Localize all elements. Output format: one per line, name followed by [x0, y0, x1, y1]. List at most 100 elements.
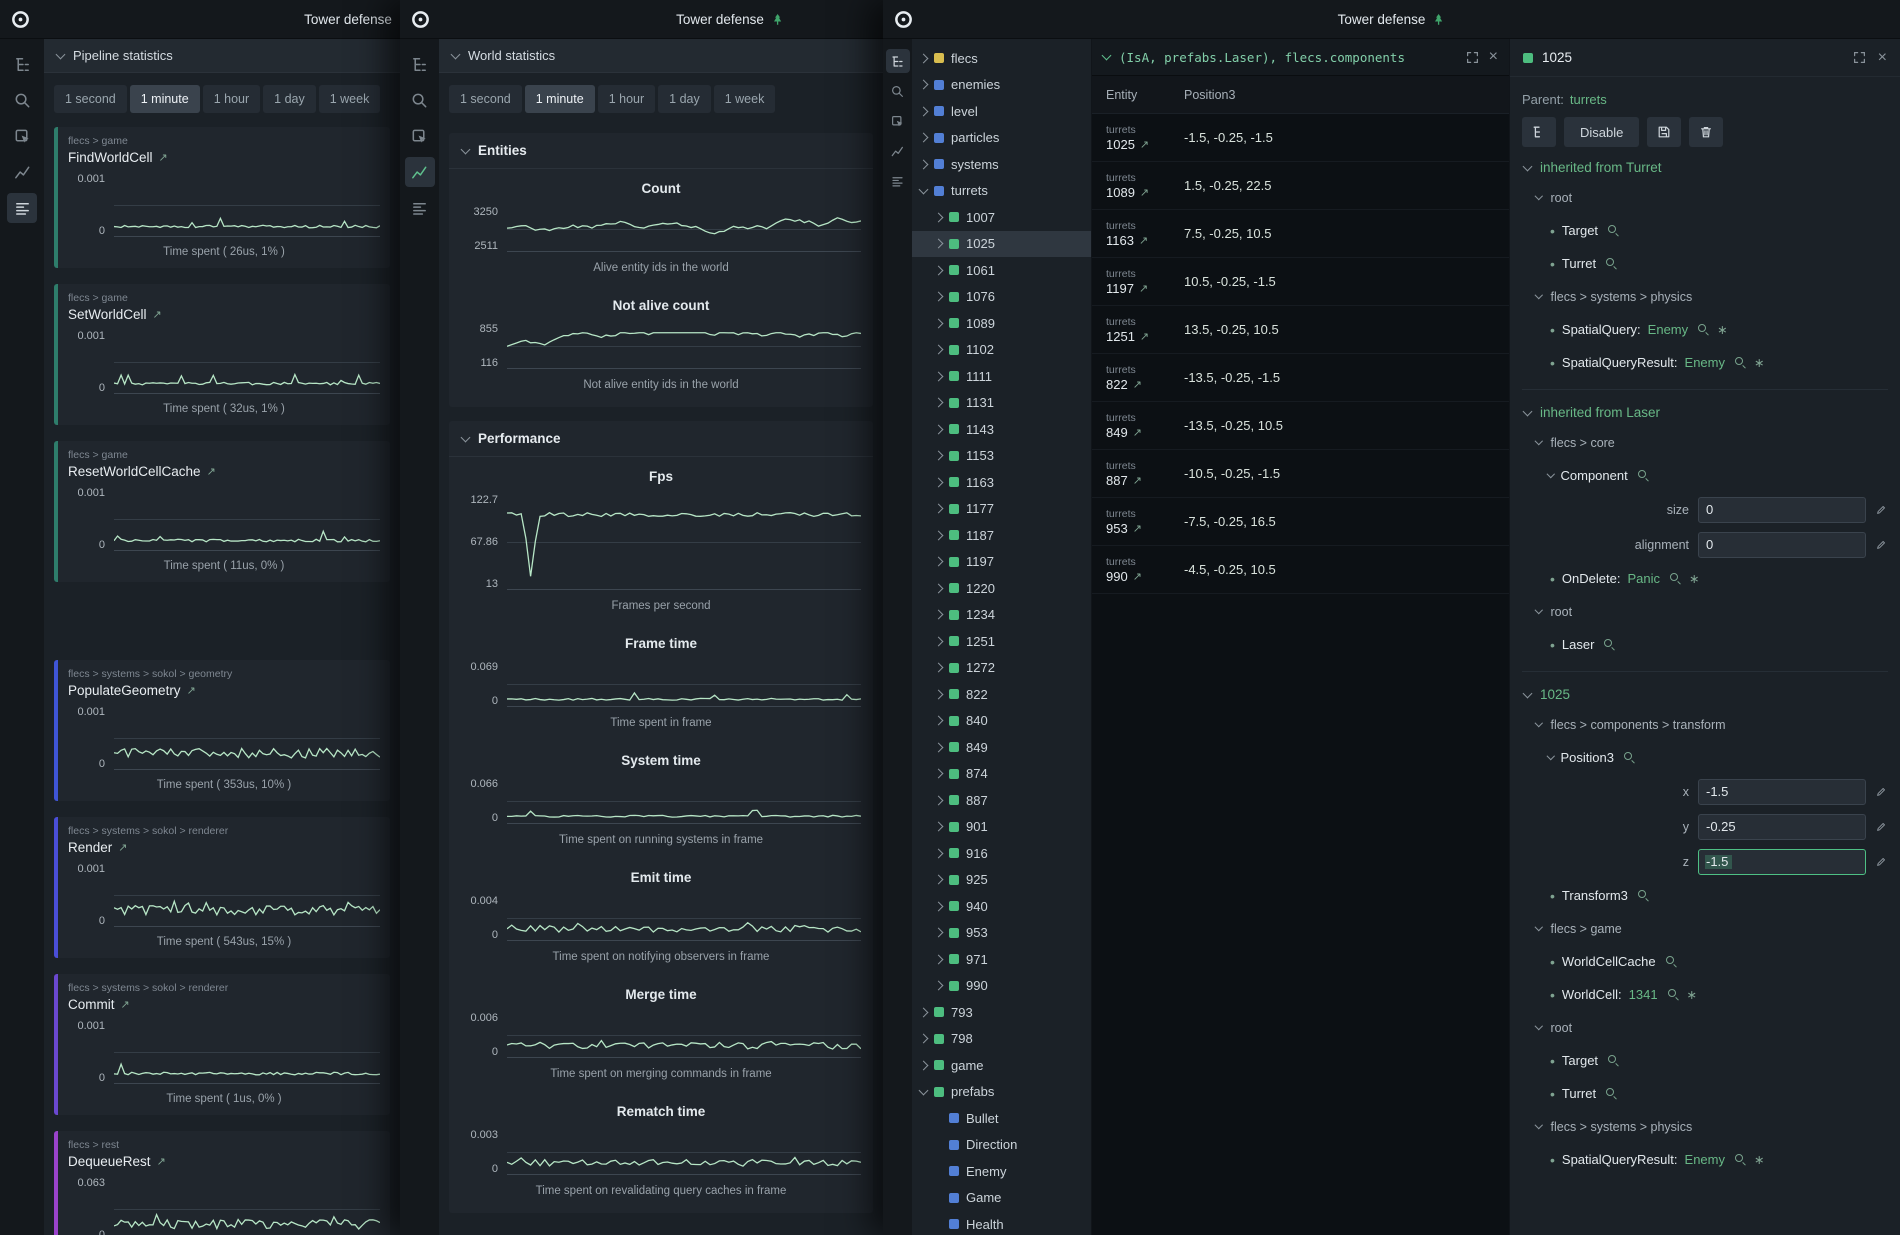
- pick-toolbar-button[interactable]: [7, 121, 37, 151]
- query-result-row[interactable]: turrets 953 ↗ -7.5, -0.25, 16.5: [1092, 498, 1509, 546]
- tree-item[interactable]: 887: [912, 787, 1091, 814]
- edit-icon[interactable]: [1875, 785, 1888, 798]
- field-input[interactable]: [1698, 497, 1866, 523]
- asterisk-icon[interactable]: ∗: [1717, 322, 1727, 337]
- external-link-icon[interactable]: ↗: [1133, 522, 1142, 535]
- magnifier-icon[interactable]: [1667, 988, 1680, 1001]
- magnifier-icon[interactable]: [1603, 638, 1616, 651]
- tree-item[interactable]: 874: [912, 761, 1091, 788]
- system-name-link[interactable]: PopulateGeometry: [68, 683, 181, 698]
- system-name-link[interactable]: FindWorldCell: [68, 150, 153, 165]
- tree-item[interactable]: Game: [912, 1185, 1091, 1212]
- time-range-tab[interactable]: 1 day: [263, 85, 316, 113]
- time-range-tab[interactable]: 1 second: [54, 85, 127, 113]
- tree-item[interactable]: 1061: [912, 257, 1091, 284]
- magnifier-icon[interactable]: [1665, 955, 1678, 968]
- tree-item[interactable]: 1089: [912, 310, 1091, 337]
- tree-item[interactable]: 1076: [912, 284, 1091, 311]
- magnifier-icon[interactable]: [1669, 572, 1682, 585]
- outliner-toolbar-button[interactable]: [405, 49, 435, 79]
- magnifier-icon[interactable]: [1637, 469, 1650, 482]
- delete-button[interactable]: [1689, 117, 1723, 147]
- tree-item[interactable]: Direction: [912, 1132, 1091, 1159]
- external-link-icon[interactable]: ↗: [1133, 474, 1142, 487]
- close-icon[interactable]: ×: [1878, 50, 1887, 66]
- tree-item[interactable]: 1153: [912, 443, 1091, 470]
- section-header[interactable]: inherited from Laser: [1522, 405, 1888, 420]
- component-group-header[interactable]: root: [1522, 595, 1888, 628]
- time-range-tab[interactable]: 1 week: [319, 85, 381, 113]
- tree-item[interactable]: 916: [912, 840, 1091, 867]
- section-header[interactable]: inherited from Turret: [1522, 160, 1888, 175]
- search-toolbar-button[interactable]: [405, 85, 435, 115]
- tree-item[interactable]: Health: [912, 1211, 1091, 1235]
- component-group-header[interactable]: root: [1522, 181, 1888, 214]
- query-result-row[interactable]: turrets 849 ↗ -13.5, -0.25, 10.5: [1092, 402, 1509, 450]
- component-row[interactable]: •SpatialQueryResult:Enemy∗: [1522, 1143, 1888, 1176]
- tree-item[interactable]: particles: [912, 125, 1091, 152]
- panel-header[interactable]: World statistics: [439, 39, 883, 73]
- tree-item[interactable]: game: [912, 1052, 1091, 1079]
- component-row[interactable]: •OnDelete:Panic∗: [1522, 562, 1888, 595]
- tree-item[interactable]: 1234: [912, 602, 1091, 629]
- component-row[interactable]: •Laser: [1522, 628, 1888, 661]
- time-range-tab[interactable]: 1 day: [658, 85, 711, 113]
- bars-toolbar-button[interactable]: [405, 193, 435, 223]
- time-range-tab[interactable]: 1 week: [714, 85, 776, 113]
- query-result-row[interactable]: turrets 822 ↗ -13.5, -0.25, -1.5: [1092, 354, 1509, 402]
- time-range-tab[interactable]: 1 hour: [203, 85, 260, 113]
- tree-item[interactable]: 1220: [912, 575, 1091, 602]
- query-result-row[interactable]: turrets 1251 ↗ 13.5, -0.25, 10.5: [1092, 306, 1509, 354]
- tree-item[interactable]: Enemy: [912, 1158, 1091, 1185]
- component-row[interactable]: •Target: [1522, 214, 1888, 247]
- section-header[interactable]: 1025: [1522, 687, 1888, 702]
- system-name-link[interactable]: ResetWorldCellCache: [68, 464, 201, 479]
- expand-icon[interactable]: [1852, 50, 1867, 65]
- component-row[interactable]: •WorldCell:1341∗: [1522, 978, 1888, 1011]
- asterisk-icon[interactable]: ∗: [1754, 1152, 1764, 1167]
- query-result-row[interactable]: turrets 887 ↗ -10.5, -0.25, -1.5: [1092, 450, 1509, 498]
- magnifier-icon[interactable]: [1637, 889, 1650, 902]
- tree-item[interactable]: 901: [912, 814, 1091, 841]
- external-link-icon[interactable]: ↗: [153, 308, 162, 321]
- component-row-expanded[interactable]: Position3: [1522, 741, 1888, 774]
- asterisk-icon[interactable]: ∗: [1689, 571, 1699, 586]
- edit-icon[interactable]: [1875, 820, 1888, 833]
- tree-item[interactable]: 1251: [912, 628, 1091, 655]
- tree-item[interactable]: level: [912, 98, 1091, 125]
- close-icon[interactable]: ×: [1489, 49, 1498, 65]
- tree-item[interactable]: 1102: [912, 337, 1091, 364]
- external-link-icon[interactable]: ↗: [1133, 378, 1142, 391]
- query-input[interactable]: (IsA, prefabs.Laser), flecs.components: [1119, 50, 1456, 65]
- system-name-link[interactable]: DequeueRest: [68, 1154, 151, 1169]
- tree-item[interactable]: 798: [912, 1026, 1091, 1053]
- magnifier-icon[interactable]: [1605, 1087, 1618, 1100]
- component-row[interactable]: •Target: [1522, 1044, 1888, 1077]
- component-row[interactable]: •SpatialQuery:Enemy∗: [1522, 313, 1888, 346]
- query-result-row[interactable]: turrets 1163 ↗ 7.5, -0.25, 10.5: [1092, 210, 1509, 258]
- component-group-header[interactable]: flecs > components > transform: [1522, 708, 1888, 741]
- section-header[interactable]: Entities: [449, 133, 873, 169]
- search-toolbar-button[interactable]: [7, 85, 37, 115]
- external-link-icon[interactable]: ↗: [1139, 234, 1148, 247]
- chart-toolbar-button[interactable]: [7, 157, 37, 187]
- magnifier-icon[interactable]: [1734, 356, 1747, 369]
- chevron-down-icon[interactable]: [1102, 51, 1112, 61]
- field-input[interactable]: [1698, 532, 1866, 558]
- component-group-header[interactable]: flecs > systems > physics: [1522, 280, 1888, 313]
- query-result-row[interactable]: turrets 1025 ↗ -1.5, -0.25, -1.5: [1092, 114, 1509, 162]
- time-range-tab[interactable]: 1 minute: [130, 85, 200, 113]
- edit-icon[interactable]: [1875, 855, 1888, 868]
- system-name-link[interactable]: SetWorldCell: [68, 307, 147, 322]
- tree-item[interactable]: 1131: [912, 390, 1091, 417]
- disable-button[interactable]: Disable: [1564, 117, 1639, 147]
- field-input[interactable]: [1698, 779, 1866, 805]
- panel-header[interactable]: Pipeline statistics: [44, 39, 400, 73]
- component-group-header[interactable]: flecs > game: [1522, 912, 1888, 945]
- component-row[interactable]: •Transform3: [1522, 879, 1888, 912]
- external-link-icon[interactable]: ↗: [187, 684, 196, 697]
- chart-toolbar-button[interactable]: [405, 157, 435, 187]
- tree-item[interactable]: turrets: [912, 178, 1091, 205]
- external-link-icon[interactable]: ↗: [1140, 330, 1149, 343]
- field-input[interactable]: [1698, 814, 1866, 840]
